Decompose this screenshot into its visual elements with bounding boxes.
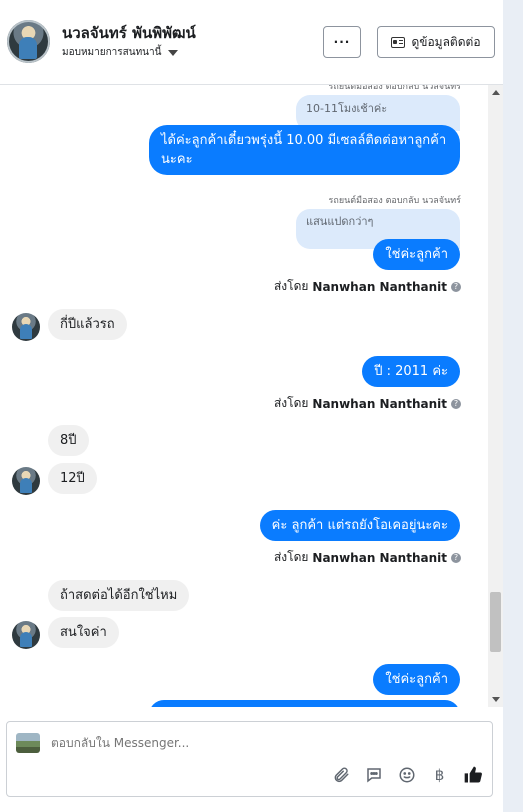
reply-input[interactable] — [51, 736, 351, 750]
smiley-icon[interactable] — [396, 764, 417, 785]
scroll-up-arrow-icon[interactable] — [492, 90, 500, 95]
assign-conversation-dropdown[interactable]: มอบหมายการสนทนานี้ — [62, 45, 179, 60]
contact-avatar-small — [12, 313, 40, 341]
contact-avatar-small — [12, 467, 40, 495]
incoming-message[interactable]: 8ปี — [48, 425, 89, 456]
reply-composer: ฿ — [6, 721, 493, 797]
chevron-down-icon — [168, 49, 179, 56]
contact-avatar[interactable] — [7, 20, 50, 63]
reply-context: รถยนต์มือสอง ตอบกลับ นวลจันทร์ — [328, 85, 461, 92]
incoming-message[interactable]: ถ้าสดต่อได้อีกใช่ไหม — [48, 580, 190, 611]
baht-icon[interactable]: ฿ — [429, 764, 450, 785]
incoming-message[interactable]: สนใจค่า — [48, 617, 119, 648]
sent-by-label: ส่งโดย Nanwhan Nanthanit ? — [274, 277, 461, 296]
reply-context: รถยนต์มือสอง ตอบกลับ นวลจันทร์ — [328, 196, 461, 206]
view-contact-button[interactable]: ดูข้อมูลติดต่อ — [377, 26, 495, 58]
paperclip-icon[interactable] — [330, 764, 351, 785]
assign-label: มอบหมายการสนทนานี้ — [62, 47, 162, 58]
page-avatar — [16, 733, 40, 753]
outgoing-message[interactable]: ใช่ค่ะลูกค้า — [373, 239, 460, 270]
contact-name[interactable]: นวลจันทร์ พันพิพัฒน์ — [62, 21, 196, 45]
view-contact-label: ดูข้อมูลติดต่อ — [411, 34, 481, 49]
conversation-panel: นวลจันทร์ พันพิพัฒน์ มอบหมายการสนทนานี้ … — [0, 0, 503, 812]
sent-by-label: ส่งโดย Nanwhan Nanthanit ? — [274, 548, 461, 567]
info-icon[interactable]: ? — [451, 398, 461, 409]
thread-scrollbar[interactable] — [488, 85, 503, 707]
more-options-button[interactable]: ··· — [323, 26, 361, 58]
composer-toolbar: ฿ — [330, 764, 483, 785]
outgoing-message[interactable]: ได้ค่ะลูกค้าเดี๋ยวพรุ่งนี้ 10.00 มีเซลล์… — [149, 125, 460, 175]
scroll-thumb[interactable] — [490, 592, 501, 652]
sent-by-label: ส่งโดย Nanwhan Nanthanit ? — [274, 394, 461, 413]
contact-avatar-small — [12, 621, 40, 649]
thumbs-up-icon[interactable] — [462, 764, 483, 785]
info-icon[interactable]: ? — [451, 281, 461, 292]
scroll-down-arrow-icon[interactable] — [492, 697, 500, 702]
info-icon[interactable]: ? — [451, 552, 461, 563]
chat-bubble-icon[interactable] — [363, 764, 384, 785]
contact-card-icon — [391, 36, 406, 48]
incoming-message[interactable]: กี่ปีแล้วรถ — [48, 309, 127, 340]
outgoing-message-partial[interactable] — [149, 700, 460, 707]
outgoing-message[interactable]: ใช่ค่ะลูกค้า — [373, 664, 460, 695]
outgoing-message[interactable]: ปี : 2011 ค่ะ — [362, 356, 460, 387]
conversation-header: นวลจันทร์ พันพิพัฒน์ มอบหมายการสนทนานี้ … — [0, 0, 503, 85]
message-thread[interactable]: รถยนต์มือสอง ตอบกลับ นวลจันทร์ 10-11โมงเ… — [0, 85, 488, 707]
incoming-message[interactable]: 12ปี — [48, 463, 97, 494]
outgoing-message[interactable]: ค่ะ ลูกค้า แต่รถยังโอเคอยู่นะคะ — [259, 510, 460, 541]
